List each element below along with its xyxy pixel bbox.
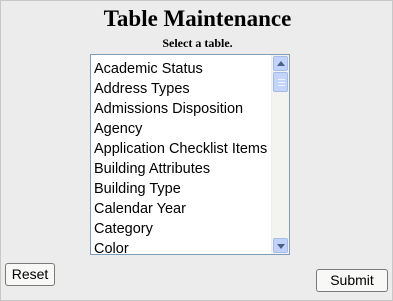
scroll-up-button[interactable] [273, 56, 288, 71]
list-item[interactable]: Academic Status [93, 59, 273, 79]
list-item[interactable]: Category [93, 219, 273, 239]
list-scrollbar[interactable] [271, 55, 289, 254]
list-item[interactable]: Building Type [93, 179, 273, 199]
list-item[interactable]: Address Types [93, 79, 273, 99]
thumb-grip-line [278, 85, 285, 86]
list-item[interactable]: Color [93, 239, 273, 254]
list-item[interactable]: Calendar Year [93, 199, 273, 219]
scroll-down-arrow-icon [277, 244, 285, 249]
submit-button[interactable]: Submit [316, 269, 388, 292]
list-item[interactable]: Building Attributes [93, 159, 273, 179]
list-item[interactable]: Application Checklist Items [93, 139, 273, 159]
thumb-grip-line [278, 79, 285, 80]
list-item[interactable]: Admissions Disposition [93, 99, 273, 119]
list-item[interactable]: Agency [93, 119, 273, 139]
table-list: Academic Status Address Types Admissions… [93, 59, 273, 254]
thumb-grip-line [278, 82, 285, 83]
scrollbar-thumb[interactable] [273, 72, 288, 92]
instruction-text: Select a table. [162, 36, 233, 50]
scroll-up-arrow-icon [277, 61, 285, 66]
scroll-down-button[interactable] [273, 238, 288, 253]
table-maintenance-panel: Table Maintenance Select a table. Academ… [0, 0, 393, 301]
table-select-list[interactable]: Academic Status Address Types Admissions… [90, 54, 290, 255]
page-title: Table Maintenance [103, 6, 292, 31]
reset-button[interactable]: Reset [5, 263, 55, 286]
